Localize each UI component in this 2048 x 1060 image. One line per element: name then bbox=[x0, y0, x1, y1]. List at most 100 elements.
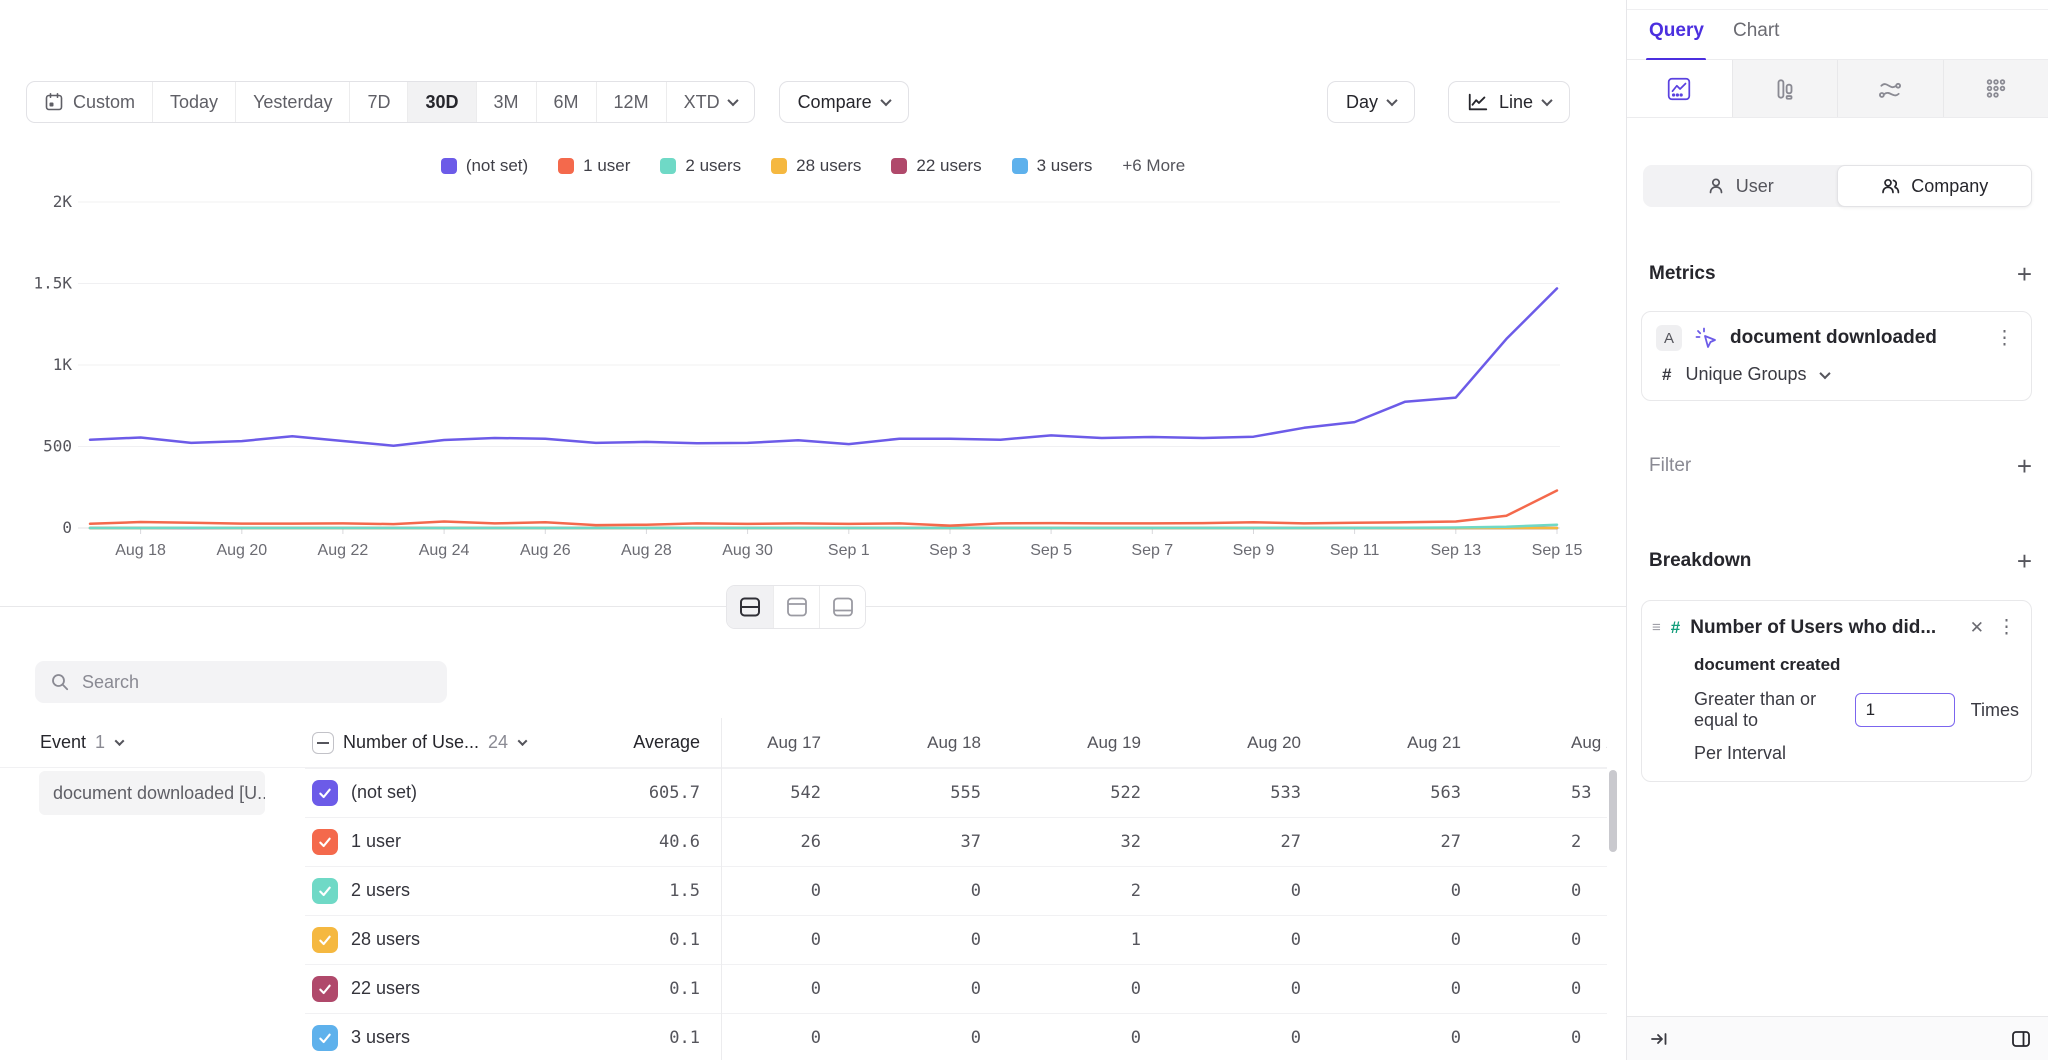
measure-label: Unique Groups bbox=[1685, 364, 1806, 385]
metric-kebab-menu[interactable]: ⋮ bbox=[1992, 327, 2017, 350]
range-button-custom[interactable]: Custom bbox=[27, 82, 152, 122]
split-panel-icon[interactable] bbox=[2010, 1028, 2032, 1050]
data-cell: 0 bbox=[721, 930, 881, 950]
chart-type-label: Line bbox=[1499, 92, 1533, 113]
legend-item[interactable]: 22 users bbox=[891, 156, 981, 176]
event-count: 1 bbox=[95, 732, 105, 753]
level-toggle: User Company bbox=[1643, 165, 2032, 207]
table-row: document downloaded [U...(not set)605.75… bbox=[0, 768, 1607, 817]
range-button-12m[interactable]: 12M bbox=[596, 82, 666, 122]
range-button-xtd[interactable]: XTD bbox=[666, 82, 754, 122]
breakdown-card[interactable]: ≡ # Number of Users who did... ✕ ⋮ docum… bbox=[1641, 600, 2032, 782]
average-column-header: Average bbox=[595, 732, 700, 753]
range-button-30d[interactable]: 30D bbox=[407, 82, 475, 122]
series-checkbox[interactable] bbox=[312, 780, 338, 806]
add-filter-button[interactable]: + bbox=[2017, 456, 2032, 476]
range-button-yesterday[interactable]: Yesterday bbox=[235, 82, 349, 122]
breakdown-card-title: Number of Users who did... bbox=[1690, 617, 1960, 639]
panel-bottom-bar bbox=[1627, 1016, 2048, 1060]
drag-handle-icon[interactable]: ≡ bbox=[1652, 619, 1661, 636]
filter-title: Filter bbox=[1649, 455, 1691, 477]
interval-dropdown[interactable]: Day bbox=[1327, 81, 1415, 123]
line-chart-icon bbox=[1666, 76, 1692, 102]
data-cell: 0 bbox=[881, 1028, 1041, 1048]
series-checkbox[interactable] bbox=[312, 927, 338, 953]
select-all-checkbox[interactable] bbox=[312, 732, 334, 754]
flow-chart-icon bbox=[1877, 76, 1903, 102]
data-cell: 0 bbox=[721, 979, 881, 999]
table-scrollbar[interactable] bbox=[1609, 770, 1617, 852]
chart-view-button[interactable] bbox=[773, 586, 819, 628]
svg-text:Sep 3: Sep 3 bbox=[929, 542, 971, 559]
range-button-6m[interactable]: 6M bbox=[536, 82, 596, 122]
metric-card[interactable]: A document downloaded ⋮ # Unique Groups bbox=[1641, 311, 2032, 401]
bar-chart-type-button[interactable] bbox=[1733, 60, 1839, 117]
add-metric-button[interactable]: + bbox=[2017, 264, 2032, 284]
metric-letter-badge: A bbox=[1656, 325, 1682, 351]
legend-item[interactable]: 28 users bbox=[771, 156, 861, 176]
data-cell: 0 bbox=[1521, 1028, 1607, 1048]
legend-item[interactable]: (not set) bbox=[441, 156, 528, 176]
range-button-7d[interactable]: 7D bbox=[349, 82, 407, 122]
svg-text:Sep 9: Sep 9 bbox=[1233, 542, 1275, 559]
series-checkbox[interactable] bbox=[312, 829, 338, 855]
table-row: 22 users0.1000000 bbox=[0, 964, 1607, 1013]
svg-text:1K: 1K bbox=[53, 355, 73, 374]
svg-text:Sep 13: Sep 13 bbox=[1430, 542, 1481, 559]
search-input[interactable] bbox=[82, 672, 422, 693]
compare-button[interactable]: Compare bbox=[779, 81, 909, 123]
data-cell: 0 bbox=[1521, 930, 1607, 950]
event-name-cell[interactable]: document downloaded [U... bbox=[39, 771, 265, 815]
data-cell: 0 bbox=[881, 881, 1041, 901]
event-column-header[interactable]: Event 1 bbox=[0, 732, 305, 753]
data-cell: 0 bbox=[1041, 1028, 1201, 1048]
company-toggle-button[interactable]: Company bbox=[1837, 165, 2033, 207]
chart-type-dropdown[interactable]: Line bbox=[1448, 81, 1570, 123]
times-value-input[interactable] bbox=[1855, 693, 1955, 727]
event-sparkle-icon bbox=[1694, 326, 1718, 350]
chevron-down-icon bbox=[1541, 95, 1552, 106]
data-cell: 0 bbox=[1201, 1028, 1361, 1048]
data-cell: 522 bbox=[1041, 783, 1201, 803]
user-toggle-button[interactable]: User bbox=[1643, 165, 1837, 207]
legend-swatch bbox=[558, 158, 574, 174]
legend-item[interactable]: 1 user bbox=[558, 156, 630, 176]
legend-label: 3 users bbox=[1037, 156, 1093, 176]
breakdown-event-name: document created bbox=[1652, 655, 2019, 675]
series-column-header[interactable]: Number of Use... 24 bbox=[305, 732, 595, 754]
legend-item[interactable]: 3 users bbox=[1012, 156, 1093, 176]
data-cell: 37 bbox=[881, 832, 1041, 852]
series-checkbox[interactable] bbox=[312, 1025, 338, 1051]
svg-text:Aug 18: Aug 18 bbox=[115, 542, 166, 559]
remove-breakdown-icon[interactable]: ✕ bbox=[1970, 618, 1984, 638]
table-column-divider bbox=[721, 718, 722, 1060]
table-view-button[interactable] bbox=[819, 586, 865, 628]
tab-chart[interactable]: Chart bbox=[1733, 20, 1779, 42]
table-body: document downloaded [U...(not set)605.75… bbox=[0, 768, 1607, 1060]
legend-item[interactable]: 2 users bbox=[660, 156, 741, 176]
range-button-today[interactable]: Today bbox=[152, 82, 235, 122]
data-cell: 0 bbox=[1201, 881, 1361, 901]
svg-text:Aug 22: Aug 22 bbox=[318, 542, 369, 559]
legend-more-link[interactable]: +6 More bbox=[1122, 156, 1185, 176]
data-cell: 0 bbox=[721, 1028, 881, 1048]
range-button-3m[interactable]: 3M bbox=[476, 82, 536, 122]
series-checkbox[interactable] bbox=[312, 976, 338, 1002]
split-view-button[interactable] bbox=[727, 586, 773, 628]
line-chart-type-button[interactable] bbox=[1627, 60, 1733, 117]
tab-query[interactable]: Query bbox=[1649, 20, 1704, 42]
data-cell: 0 bbox=[881, 979, 1041, 999]
series-checkbox[interactable] bbox=[312, 878, 338, 904]
add-breakdown-button[interactable]: + bbox=[2017, 551, 2032, 571]
chevron-down-icon[interactable] bbox=[1819, 367, 1830, 378]
scatter-chart-type-button[interactable] bbox=[1944, 60, 2048, 117]
table-row: 28 users0.1001000 bbox=[0, 915, 1607, 964]
data-cell: 0 bbox=[1201, 930, 1361, 950]
breakdown-section-header: Breakdown + bbox=[1649, 550, 2032, 572]
average-value: 1.5 bbox=[595, 881, 700, 901]
collapse-panel-icon[interactable] bbox=[1649, 1029, 1669, 1049]
series-label: 3 users bbox=[351, 1027, 410, 1048]
breakdown-kebab-menu[interactable]: ⋮ bbox=[1994, 616, 2019, 639]
interval-label: Day bbox=[1346, 92, 1378, 113]
flow-chart-type-button[interactable] bbox=[1838, 60, 1944, 117]
